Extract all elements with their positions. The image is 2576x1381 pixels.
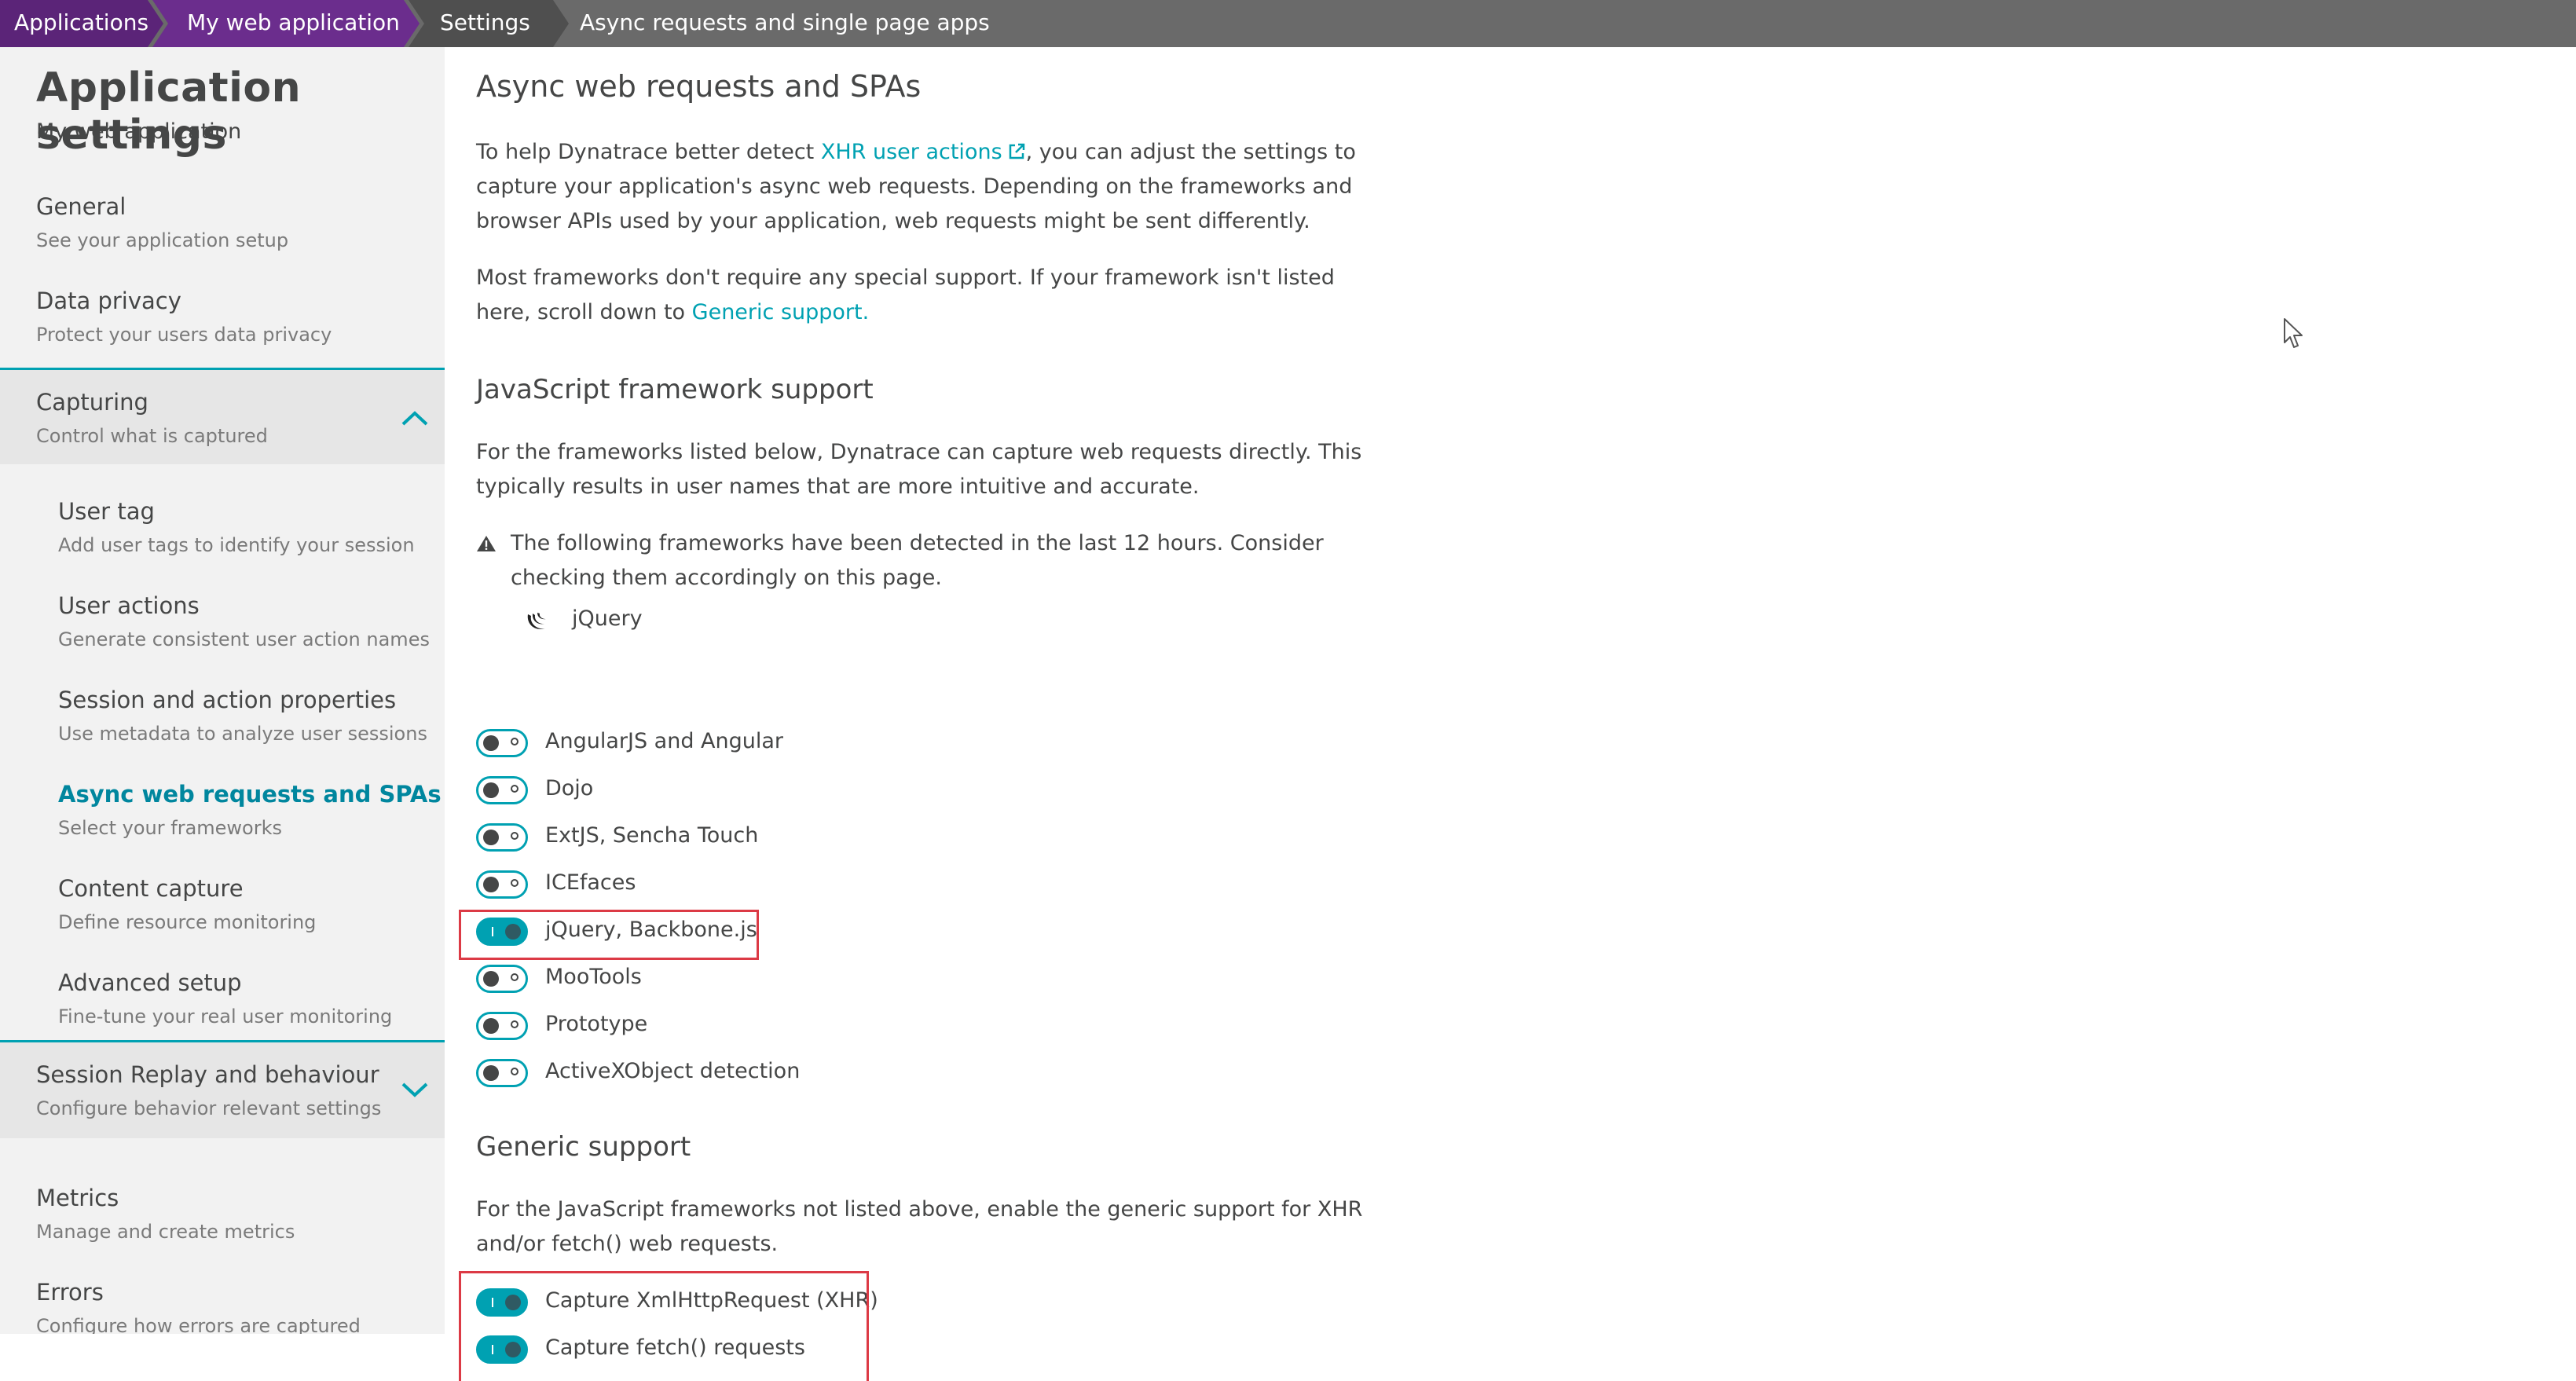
sidebar-item-user-tag[interactable]: User tag Add user tags to identify your … <box>0 498 445 584</box>
sidebar-title: Application settings <box>36 64 302 159</box>
sidebar-item-desc: Generate consistent user action names <box>58 628 430 650</box>
warning-text: The following frameworks have been detec… <box>511 531 1324 590</box>
sidebar-item-label: Advanced setup <box>58 969 242 996</box>
sidebar-item-async-requests[interactable]: Async web requests and SPAs Select your … <box>0 781 445 867</box>
detected-framework-item: jQuery <box>525 606 839 641</box>
breadcrumb-applications-label[interactable]: Applications <box>14 0 148 46</box>
angular-toggle[interactable] <box>476 729 528 757</box>
sidebar-item-label: Errors <box>36 1279 104 1306</box>
frameworks-text: Most frameworks don't require any specia… <box>476 266 1335 324</box>
sidebar-item-label: Metrics <box>36 1185 119 1211</box>
js-framework-heading: JavaScript framework support <box>476 374 874 405</box>
sidebar-item-desc: Define resource monitoring <box>58 911 317 933</box>
highlight-generic <box>459 1271 869 1381</box>
toggle-label: ICEfaces <box>545 870 636 895</box>
external-link-icon[interactable] <box>1007 142 1026 161</box>
sidebar-item-label: User tag <box>58 498 155 525</box>
activex-toggle[interactable] <box>476 1059 528 1087</box>
toggle-label: MooTools <box>545 965 642 989</box>
breadcrumb: Applications My web application Settings… <box>0 0 2576 47</box>
sidebar-item-content-capture[interactable]: Content capture Define resource monitori… <box>0 875 445 962</box>
generic-support-heading: Generic support <box>476 1131 691 1163</box>
intro-paragraph: To help Dynatrace better detect XHR user… <box>476 135 1387 239</box>
sidebar-item-session-properties[interactable]: Session and action properties Use metada… <box>0 687 445 773</box>
sidebar-group-session-replay[interactable]: Session Replay and behaviour Configure b… <box>0 1040 445 1138</box>
sidebar-item-label: Content capture <box>58 875 244 902</box>
chevron-up-icon[interactable] <box>401 409 429 427</box>
toggle-label: ExtJS, Sencha Touch <box>545 823 759 848</box>
prototype-toggle[interactable] <box>476 1012 528 1040</box>
sidebar-item-desc: Select your frameworks <box>58 817 283 839</box>
sidebar-item-desc: Use metadata to analyze user sessions <box>58 723 427 745</box>
extjs-toggle[interactable] <box>476 823 528 852</box>
breadcrumb-settings-label[interactable]: Settings <box>440 0 530 46</box>
toggle-label: Prototype <box>545 1012 648 1036</box>
sidebar-item-desc: Manage and create metrics <box>36 1221 295 1243</box>
sidebar-item-desc: Control what is captured <box>36 425 268 447</box>
toggle-label: AngularJS and Angular <box>545 729 784 753</box>
js-framework-description: For the frameworks listed below, Dynatra… <box>476 440 1362 499</box>
jquery-icon <box>527 613 546 629</box>
generic-support-link[interactable]: Generic support. <box>692 300 870 324</box>
sidebar-item-desc: Configure behavior relevant settings <box>36 1097 382 1119</box>
sidebar-item-desc: Fine-tune your real user monitoring <box>58 1006 393 1028</box>
sidebar-item-label: Capturing <box>36 389 148 416</box>
chevron-down-icon[interactable] <box>401 1082 429 1099</box>
sidebar-subtitle: My web application <box>36 119 242 144</box>
highlight-jquery <box>459 910 759 960</box>
breadcrumb-applications[interactable]: Applications <box>0 0 163 47</box>
sidebar-item-desc: See your application setup <box>36 229 289 251</box>
page-title: Async web requests and SPAs <box>476 69 922 104</box>
mouse-cursor-icon <box>2284 318 2303 348</box>
xhr-user-actions-link-label[interactable]: XHR user actions <box>821 140 1002 164</box>
detected-framework-name: jQuery <box>572 606 643 631</box>
intro-text: To help Dynatrace better detect <box>476 140 821 164</box>
breadcrumb-current-label: Async requests and single page apps <box>580 9 990 35</box>
frameworks-paragraph: Most frameworks don't require any specia… <box>476 261 1387 330</box>
icefaces-toggle[interactable] <box>476 870 528 899</box>
sidebar-item-desc: Add user tags to identify your session <box>58 534 415 556</box>
toggle-label: ActiveXObject detection <box>545 1059 801 1083</box>
sidebar-item-desc: Protect your users data privacy <box>36 324 332 346</box>
sidebar-group-capturing[interactable]: Capturing Control what is captured <box>0 368 445 464</box>
mootools-toggle[interactable] <box>476 965 528 993</box>
breadcrumb-current: Async requests and single page apps <box>580 0 1130 47</box>
sidebar-item-label: Session Replay and behaviour <box>36 1061 379 1088</box>
sidebar-item-label: Session and action properties <box>58 687 397 713</box>
dojo-toggle[interactable] <box>476 776 528 804</box>
sidebar-item-label: User actions <box>58 592 200 619</box>
sidebar-item-label: Async web requests and SPAs <box>58 781 442 808</box>
warning-icon <box>477 536 496 551</box>
toggle-label: Dojo <box>545 776 594 800</box>
sidebar-item-metrics[interactable]: Metrics Manage and create metrics <box>0 1185 445 1271</box>
breadcrumb-settings[interactable]: Settings <box>409 0 569 47</box>
sidebar-item-errors[interactable]: Errors Configure how errors are captured <box>0 1279 445 1334</box>
sidebar-item-general[interactable]: General See your application setup <box>0 193 445 280</box>
sidebar-item-data-privacy[interactable]: Data privacy Protect your users data pri… <box>0 288 445 374</box>
sidebar-item-desc: Configure how errors are captured <box>36 1315 361 1334</box>
sidebar-item-label: General <box>36 193 126 220</box>
breadcrumb-my-web-application-label[interactable]: My web application <box>187 0 400 46</box>
sidebar-item-label: Data privacy <box>36 288 181 314</box>
generic-support-description: For the JavaScript frameworks not listed… <box>476 1197 1363 1256</box>
sidebar: Application settings My web application … <box>0 47 445 1334</box>
breadcrumb-my-web-application[interactable]: My web application <box>152 0 420 47</box>
sidebar-item-user-actions[interactable]: User actions Generate consistent user ac… <box>0 592 445 679</box>
xhr-user-actions-link[interactable]: XHR user actions <box>821 140 1026 164</box>
